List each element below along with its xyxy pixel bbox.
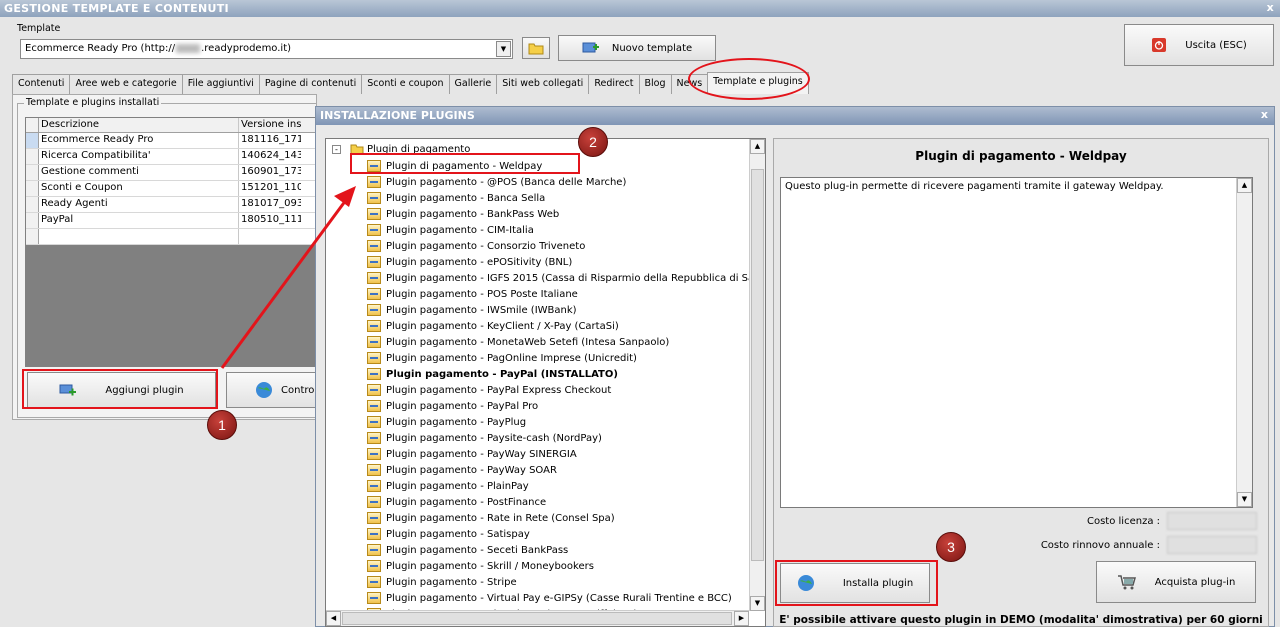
annotation-arrow xyxy=(220,186,356,369)
